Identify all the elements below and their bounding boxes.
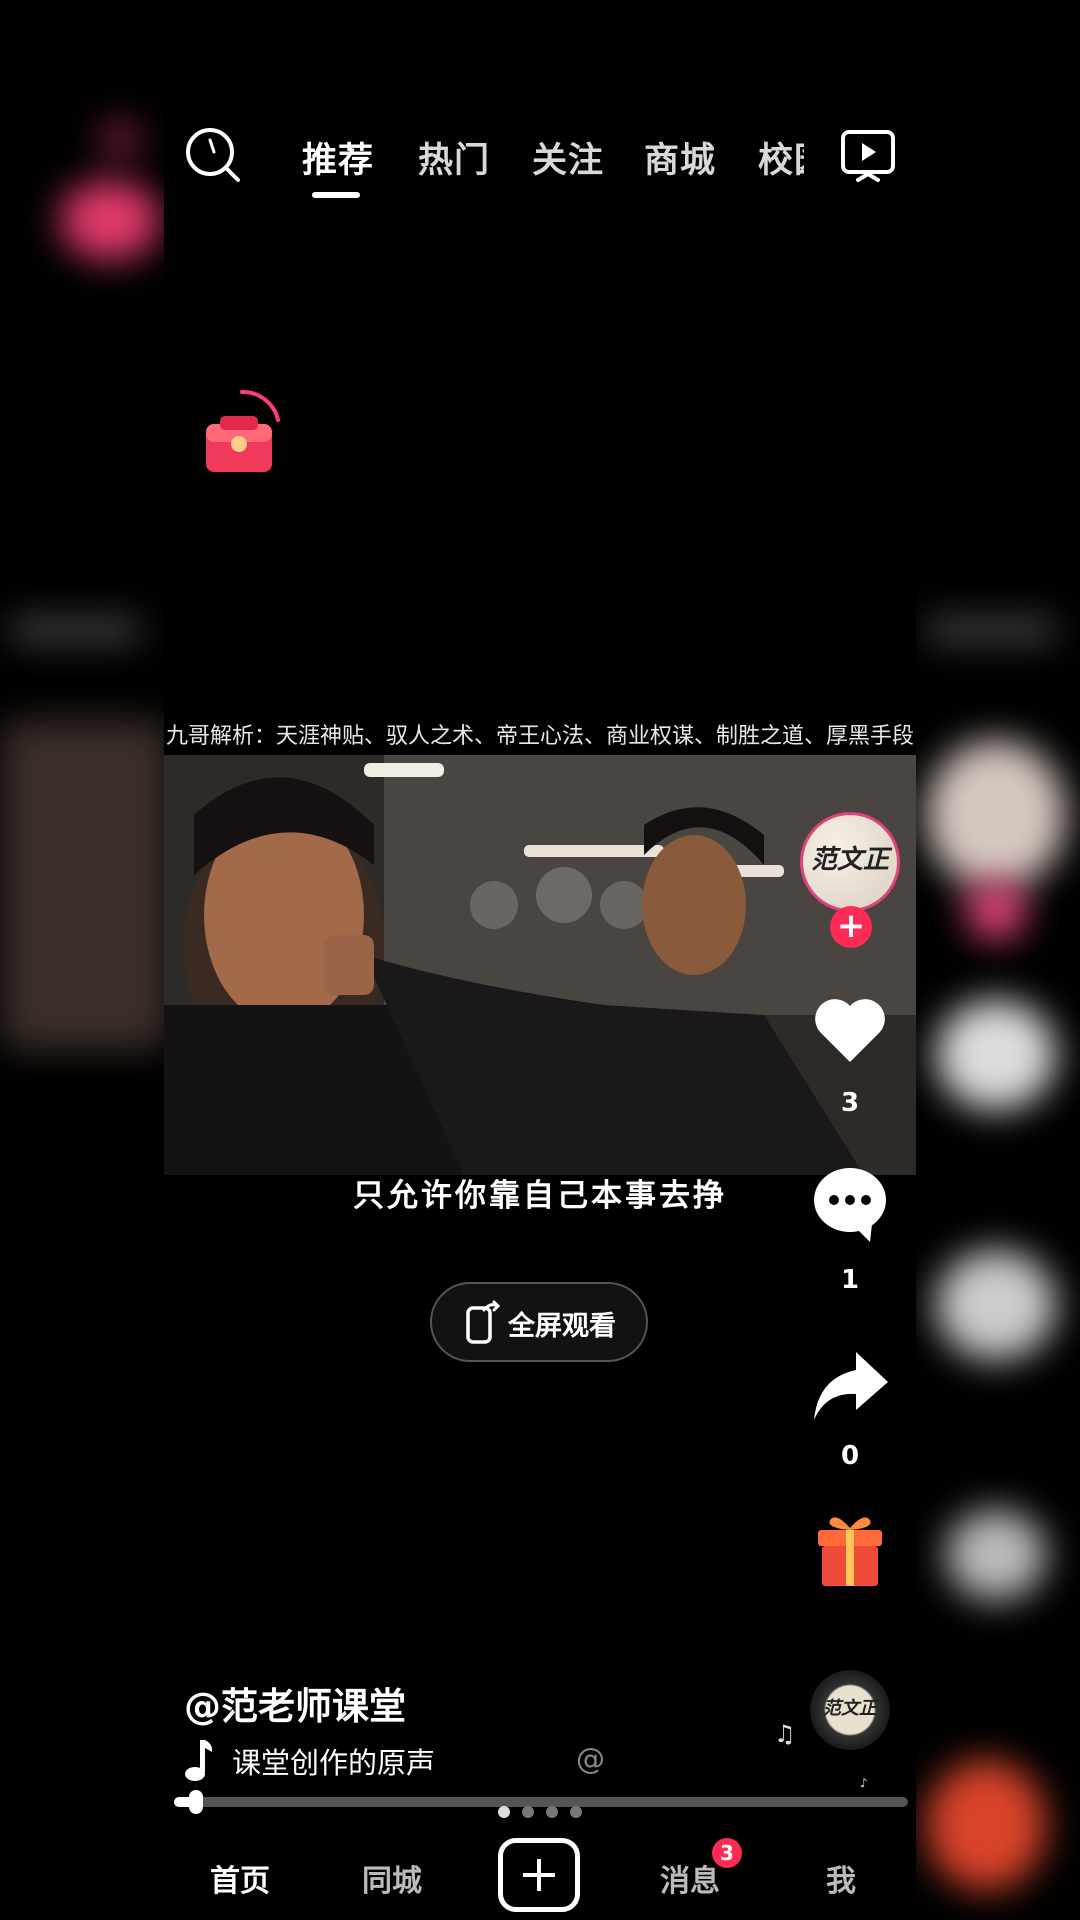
music-note-icon [185, 1740, 213, 1781]
blurred-video-shape [0, 720, 164, 1050]
heart-icon[interactable] [810, 990, 890, 1070]
red-packet-icon[interactable] [200, 386, 282, 478]
blurred-comment-shape [936, 1250, 1056, 1360]
music-title[interactable]: 课堂创作的原声 [232, 1740, 435, 1782]
blurred-avatar-shape [926, 740, 1066, 890]
nav-local[interactable]: 同城 [362, 1856, 422, 1900]
fullscreen-button[interactable]: 全屏观看 [430, 1282, 648, 1362]
like-count: 3 [840, 1088, 860, 1118]
blurred-heart-shape [936, 1000, 1056, 1110]
comment-count: 1 [840, 1265, 860, 1295]
tab-following[interactable]: 关注 [532, 132, 604, 183]
music-disc[interactable]: 范文正 [810, 1670, 890, 1750]
author-name[interactable]: @范老师课堂 [184, 1676, 406, 1730]
fullscreen-label: 全屏观看 [508, 1311, 616, 1342]
blurred-gift-shape [926, 1760, 1046, 1890]
follow-button[interactable]: + [830, 906, 872, 948]
floating-note-small-icon: ♪ [860, 1776, 868, 1790]
nav-me[interactable]: 我 [826, 1856, 856, 1900]
video-title: 九哥解析：天涯神贴、驭人之术、帝王心法、商业权谋、制胜之道、厚黑手段 [165, 724, 914, 749]
top-navigation: 推荐 热门 关注 商城 校园 [164, 118, 916, 198]
progress-handle[interactable] [189, 1790, 203, 1814]
comment-icon[interactable] [810, 1164, 890, 1244]
disc-text: 范文正 [823, 1698, 877, 1719]
gift-icon[interactable] [810, 1510, 890, 1590]
active-tab-indicator [312, 192, 360, 198]
blurred-shape [10, 620, 140, 640]
create-button[interactable] [498, 1838, 580, 1912]
bottom-navigation: 首页 同城 消息 3 我 [164, 1830, 916, 1920]
blurred-shape [966, 880, 1026, 940]
page-dot [522, 1806, 534, 1818]
tab-hot[interactable]: 热门 [418, 132, 490, 183]
tv-icon[interactable] [840, 128, 896, 188]
page-dot [570, 1806, 582, 1818]
blurred-redpack-shape [60, 180, 160, 260]
share-count: 0 [840, 1441, 860, 1471]
phone-screen: 推荐 热门 关注 商城 校园 九哥解析：天涯神贴、驭人之术、帝王心法、商业权谋、… [164, 0, 916, 1920]
background-right-blur [916, 0, 1080, 1920]
music-at-symbol: @ [576, 1742, 605, 1776]
blurred-shape [100, 120, 140, 160]
tab-mall[interactable]: 商城 [644, 132, 716, 183]
blurred-share-shape [946, 1510, 1046, 1600]
avatar-text: 范文正 [810, 845, 889, 875]
nav-home[interactable]: 首页 [210, 1856, 270, 1900]
video-subtitle: 只允许你靠自己本事去挣 [353, 1178, 727, 1214]
fullscreen-icon [466, 1300, 501, 1344]
page-dot [546, 1806, 558, 1818]
tab-campus[interactable]: 校园 [758, 132, 804, 183]
floating-note-icon: ♫ [774, 1720, 796, 1748]
blurred-shape [926, 620, 1056, 640]
page-dot [498, 1806, 510, 1818]
search-icon[interactable] [184, 126, 244, 186]
background-left-blur [0, 0, 164, 1920]
creator-avatar[interactable]: 范文正 [800, 812, 900, 912]
share-icon[interactable] [810, 1346, 890, 1426]
video-progress-bar[interactable] [174, 1790, 908, 1814]
tab-recommend[interactable]: 推荐 [302, 132, 374, 183]
messages-badge: 3 [712, 1838, 742, 1868]
nav-messages[interactable]: 消息 [660, 1856, 720, 1900]
